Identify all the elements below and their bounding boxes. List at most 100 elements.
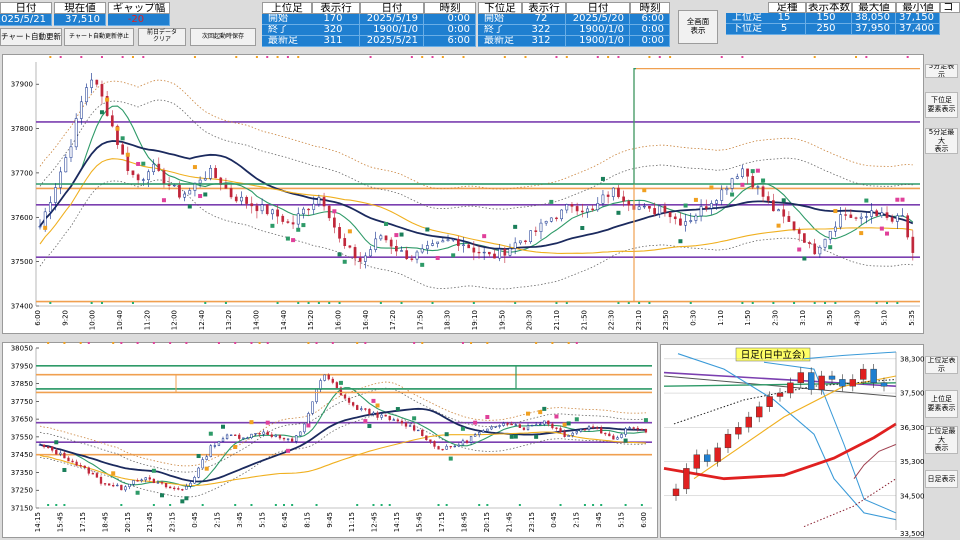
bottom-dot-marker [431,302,434,304]
daily-candle-body [755,406,763,418]
candle-body [477,251,481,254]
upper-elements-button[interactable]: 上位足 要素表示 [925,390,958,418]
candle-body [71,460,74,463]
candle-body [502,423,505,426]
candle-body [834,226,837,232]
lower-end-date: 1900/1/0 [566,25,630,36]
upper-latest-label: 最新足 [262,36,312,47]
daily-chart: 日足(日中立会) 34,500 35,300 36,300 37,500 38,300 33… [663,347,924,538]
full-screen-button[interactable]: 全画面 表示 [678,10,718,44]
summary-upper-kind: 15 [768,13,806,24]
candle-body [276,209,279,217]
prev-day-clear-button[interactable]: 前日データ クリア [138,28,186,46]
signal-marker [221,424,225,429]
candle-body [335,382,339,388]
top-dot-marker [431,56,434,58]
candle-body [792,221,796,231]
top-dot-marker [136,342,139,344]
signal-marker [180,499,185,504]
show-upper-button[interactable]: 上位足表示 [925,356,958,374]
candle-body [79,101,83,119]
signal-marker [285,236,290,241]
top-dot-marker [80,56,83,58]
candle-body [498,425,501,427]
candle-body [296,213,300,225]
candle-body [539,222,543,232]
x-tick-label: 5:10 [881,310,889,326]
signal-marker [755,168,760,173]
candle-body [555,427,558,429]
candle-body [274,434,278,437]
candle-body [351,402,355,406]
max-5min-button[interactable]: 5分足最大 表示 [925,128,958,154]
candle-body [606,194,610,197]
x-tick-label: 3:45 [236,512,244,528]
daily-candle-body [735,427,742,435]
candle-body [875,210,879,216]
top-dot-marker [364,342,367,344]
upper-end-label: 終了 [262,25,312,36]
x-tick-label: 21:50 [580,310,588,330]
daily-candle-body [880,382,888,387]
x-tick-label: 20:30 [526,310,534,330]
candle-body [389,239,393,247]
candle-body [295,435,298,442]
x-tick-label: 23:15 [528,512,536,532]
candle-body [425,435,428,441]
lower-end-time: 0:00 [630,25,670,36]
signal-marker [554,414,559,419]
upper-time-header: 時刻 [424,2,476,14]
candle-body [575,431,578,434]
save-on-next-launch-button[interactable]: 次回起動時保存 [190,28,256,46]
bottom-dot-marker [90,302,93,304]
signal-marker [375,403,380,408]
candle-body [63,452,66,459]
bottom-dot-marker [640,504,643,506]
signal-marker [642,188,647,193]
auto-update-button[interactable]: チャート自動更新 [0,28,62,46]
top-dot-marker [555,56,558,58]
candle-body [586,208,589,213]
candle-body [405,250,409,260]
candle-body [327,374,330,380]
candle-body [152,163,155,173]
candle-body [400,420,404,424]
candle-body [642,205,646,208]
top-dot-marker [79,342,82,344]
signal-marker [371,398,376,403]
top-dot-marker [486,342,489,344]
candle-body [543,420,546,425]
candle-body [684,221,687,226]
candle-body [360,408,363,410]
candle-body [250,433,253,439]
candle-body [445,445,448,450]
candle-body [601,194,605,204]
signal-marker [833,209,838,214]
bottom-dot-marker [689,302,692,304]
candle-body [472,247,476,253]
candle-body [240,196,243,202]
signal-marker [203,192,208,197]
signal-marker [566,421,571,426]
candle-body [433,441,436,447]
show-daily-button[interactable]: 日足表示 [925,470,958,488]
candle-body [99,476,103,484]
x-tick-label: 21:10 [553,310,561,330]
bottom-dot-marker [772,302,775,304]
signal-marker [526,411,530,416]
candle-body [508,248,512,256]
daily-candle-body [787,382,794,394]
bottom-dot-marker [283,504,285,506]
signal-marker [797,247,802,252]
candle-body [591,426,595,428]
x-tick-label: 17:20 [389,310,397,330]
lower-elements-button[interactable]: 下位足 要素表示 [925,92,958,118]
candle-body [317,197,321,205]
auto-update-stop-button[interactable]: チャート自動更新停止 [64,28,134,46]
show-5min-button[interactable]: 5分足表示 [925,64,958,78]
x-tick-label: 23:10 [635,310,643,330]
max-upper-button[interactable]: 上位足最大 表示 [925,426,958,454]
candle-body [751,176,755,188]
candle-body [906,215,910,238]
candle-body [441,240,445,243]
